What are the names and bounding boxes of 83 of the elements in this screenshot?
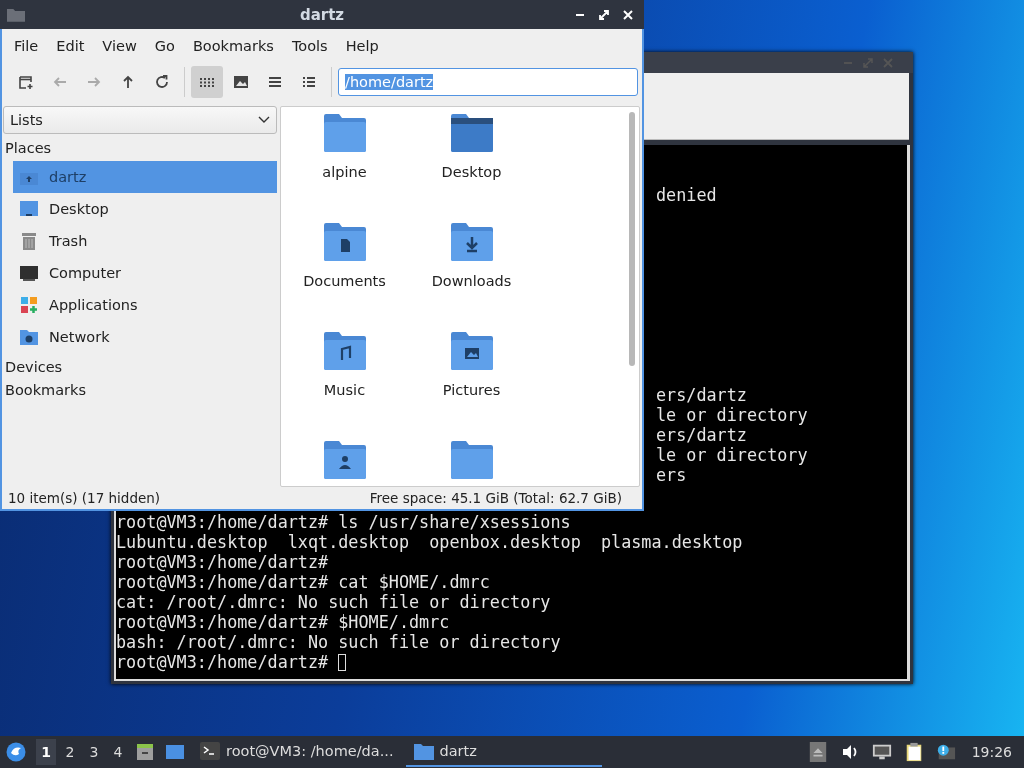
menu-item[interactable]: View bbox=[94, 37, 145, 54]
status-text: 10 item(s) (17 hidden) bbox=[8, 490, 161, 506]
folder-icon bbox=[323, 332, 366, 370]
folder-icon[interactable] bbox=[323, 441, 366, 479]
desktop-icon bbox=[19, 199, 39, 219]
sidebar-item[interactable]: dartz bbox=[13, 161, 277, 193]
sidebar-item[interactable]: Applications bbox=[13, 289, 277, 321]
terminal-line: ers/dartz bbox=[656, 385, 748, 405]
section-header[interactable]: Bookmarks bbox=[3, 376, 277, 399]
menu-item[interactable]: Help bbox=[337, 37, 387, 54]
window-title: dartz bbox=[299, 5, 345, 24]
task-button[interactable]: root@VM3: /home/da... bbox=[192, 737, 402, 767]
folder-item[interactable]: Pictures bbox=[408, 332, 535, 420]
terminal-line: root@VM3:/home/dartz# $HOME/.dmrc bbox=[116, 612, 450, 632]
clock: 19:26 bbox=[971, 744, 1012, 760]
menu-item[interactable]: Go bbox=[146, 37, 183, 54]
sidebar-item[interactable]: Computer bbox=[13, 257, 277, 289]
terminal-line: root@VM3:/home/dartz# bbox=[116, 552, 329, 572]
folder-name: Documents bbox=[303, 273, 386, 289]
reload-icon bbox=[154, 74, 170, 90]
side-pane-mode-dropdown[interactable]: Lists bbox=[3, 106, 277, 134]
section-header[interactable]: Places bbox=[3, 134, 277, 157]
start-menu-icon[interactable] bbox=[6, 742, 26, 762]
folder-icon bbox=[450, 332, 493, 370]
terminal-icon bbox=[200, 742, 220, 760]
network-folder-icon bbox=[19, 327, 39, 347]
folder-icon bbox=[413, 742, 434, 760]
folder-item[interactable]: Music bbox=[281, 332, 408, 420]
folder-name: alpine bbox=[322, 164, 367, 180]
menu-item[interactable]: Bookmarks bbox=[184, 37, 282, 54]
network-icon[interactable] bbox=[871, 742, 892, 762]
workspace-button[interactable]: 1 bbox=[36, 739, 56, 765]
show-hidden-icons-icon[interactable] bbox=[807, 742, 828, 762]
folder-name: Desktop bbox=[441, 164, 502, 180]
sidebar-item[interactable]: Network bbox=[13, 321, 277, 353]
terminal-line: Lubuntu.desktop lxqt.desktop openbox.desktop plasma.desktop bbox=[116, 532, 743, 552]
menu-item[interactable]: File bbox=[6, 37, 47, 54]
text-cursor bbox=[338, 653, 347, 671]
folder-icon bbox=[450, 114, 493, 152]
workspace-button[interactable]: 3 bbox=[84, 739, 104, 765]
trash-icon bbox=[19, 231, 39, 251]
section-header[interactable]: Devices bbox=[3, 353, 277, 376]
folder-name: Pictures bbox=[442, 382, 501, 398]
terminal-line: bash: /root/.dmrc: No such file or directory bbox=[116, 632, 561, 652]
folder-item[interactable]: alpine bbox=[281, 114, 408, 202]
terminal-line: ers/dartz bbox=[656, 425, 748, 445]
terminal-line: root@VM3:/home/dartz# bbox=[116, 652, 330, 672]
free-space-text: Free space: 45.1 GiB (Total: 62.7 GiB) bbox=[369, 490, 622, 506]
terminal-line: cat: /root/.dmrc: No such file or directory bbox=[116, 592, 551, 612]
notification-icon[interactable] bbox=[935, 742, 956, 762]
terminal-line: ers bbox=[656, 465, 688, 485]
computer-icon bbox=[19, 263, 39, 283]
sidebar-item[interactable]: Trash bbox=[13, 225, 277, 257]
terminal-line: denied bbox=[656, 185, 717, 205]
list-icon bbox=[301, 74, 317, 90]
terminal-line: le or directory bbox=[656, 405, 808, 425]
terminal-line: root@VM3:/home/dartz# ls /usr/share/xsessions bbox=[116, 512, 571, 532]
folder-item[interactable]: Documents bbox=[281, 223, 408, 311]
new-window-icon bbox=[18, 74, 34, 90]
chevron-down-icon bbox=[258, 116, 270, 124]
image-icon bbox=[233, 74, 249, 90]
folder-item[interactable]: Desktop bbox=[408, 114, 535, 202]
folder-name: Music bbox=[323, 382, 366, 398]
folder-icon bbox=[323, 114, 366, 152]
lines-icon bbox=[267, 74, 283, 90]
sidebar-item[interactable]: Desktop bbox=[13, 193, 277, 225]
task-button[interactable]: dartz bbox=[405, 737, 602, 767]
workspace-button[interactable]: 2 bbox=[60, 739, 80, 765]
terminal-line: root@VM3:/home/dartz# cat $HOME/.dmrc bbox=[116, 572, 490, 592]
menu-item[interactable]: Edit bbox=[48, 37, 93, 54]
terminal-line: le or directory bbox=[656, 445, 808, 465]
workspace-button[interactable]: 4 bbox=[108, 739, 128, 765]
scrollbar[interactable] bbox=[629, 112, 635, 366]
desktop-icon[interactable] bbox=[165, 742, 185, 762]
folder-name: Downloads bbox=[431, 273, 512, 289]
applications-icon bbox=[19, 295, 39, 315]
file-cabinet-icon[interactable] bbox=[135, 742, 155, 762]
menu-item[interactable]: Tools bbox=[283, 37, 336, 54]
folder-item[interactable]: Downloads bbox=[408, 223, 535, 311]
icon-view-button[interactable] bbox=[191, 66, 223, 98]
folder-icon bbox=[450, 223, 493, 261]
folder-icon bbox=[7, 7, 25, 22]
folder-icon bbox=[323, 223, 366, 261]
